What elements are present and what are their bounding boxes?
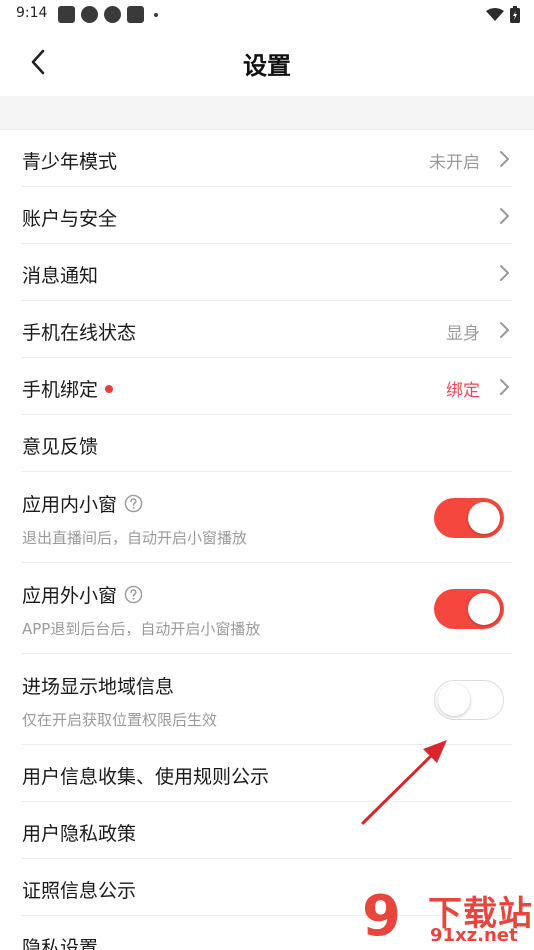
battery-icon [510, 6, 520, 23]
settings-item-label: 用户信息收集、使用规则公示 [22, 766, 270, 788]
chevron-right-icon [500, 265, 509, 281]
settings-item-notifications[interactable]: 消息通知 [22, 244, 512, 301]
settings-item-description: 仅在开启获取位置权限后生效 [22, 711, 218, 729]
chevron-right-icon [500, 379, 509, 395]
settings-item-label: 消息通知 [22, 265, 99, 287]
settings-item-label: 应用内小窗 [22, 494, 118, 516]
section-divider [0, 96, 534, 130]
settings-item-label: 进场显示地域信息 [22, 676, 175, 698]
settings-item-label: 青少年模式 [22, 151, 118, 173]
settings-item-label: 意见反馈 [22, 436, 99, 458]
toggle-knob [438, 684, 470, 716]
help-icon[interactable] [124, 494, 143, 513]
settings-item-label-wrap: 手机绑定 [22, 375, 114, 402]
settings-item-description: APP退到后台后，自动开启小窗播放 [22, 620, 261, 638]
settings-item-label: 隐私设置 [22, 937, 99, 950]
settings-item-show-region-info: 进场显示地域信息 仅在开启获取位置权限后生效 [22, 654, 512, 745]
wifi-icon [486, 7, 504, 21]
status-bar: 9:14 [0, 0, 534, 30]
settings-item-account-security[interactable]: 账户与安全 [22, 187, 512, 244]
chevron-right-icon [500, 151, 509, 167]
top-nav-bar: 设置 [0, 30, 534, 96]
more-notifications-icon [154, 12, 158, 17]
settings-item-label-wrap: 应用内小窗 [22, 490, 143, 517]
annotation-arrow-icon [361, 740, 447, 825]
show-region-info-toggle[interactable] [434, 680, 504, 720]
notification-icons [58, 6, 158, 23]
page-title: 设置 [243, 52, 291, 80]
settings-item-label-wrap: 应用外小窗 [22, 581, 143, 608]
settings-item-label: 手机绑定 [22, 379, 99, 401]
chevron-right-icon [500, 208, 509, 224]
notification-app-icon [58, 6, 75, 23]
settings-item-description: 退出直播间后，自动开启小窗播放 [22, 529, 248, 547]
settings-item-value: 未开启 [429, 153, 480, 173]
settings-item-label: 证照信息公示 [22, 880, 137, 902]
settings-item-in-app-mini-window: 应用内小窗 退出直播间后，自动开启小窗播放 [22, 472, 512, 563]
settings-item-label: 账户与安全 [22, 208, 118, 230]
notification-sync-icon [81, 6, 98, 23]
watermark-logo: 9 [362, 884, 401, 949]
watermark-url: 91xz.net [430, 925, 518, 946]
red-dot-badge [105, 384, 114, 393]
settings-item-value: 绑定 [446, 381, 480, 401]
settings-item-feedback[interactable]: 意见反馈 [22, 415, 512, 472]
chevron-right-icon [500, 322, 509, 338]
settings-item-phone-binding[interactable]: 手机绑定 绑定 [22, 358, 512, 415]
in-app-mini-window-toggle[interactable] [434, 498, 504, 538]
out-of-app-mini-window-toggle[interactable] [434, 589, 504, 629]
settings-item-online-status[interactable]: 手机在线状态 显身 [22, 301, 512, 358]
help-icon[interactable] [124, 585, 143, 604]
settings-item-label: 手机在线状态 [22, 322, 137, 344]
site-watermark: 9 下载站 91xz.net [362, 884, 534, 950]
settings-item-youth-mode[interactable]: 青少年模式 未开启 [22, 130, 512, 187]
notification-sync-icon [104, 6, 121, 23]
settings-item-label: 应用外小窗 [22, 585, 118, 607]
notification-app-icon [127, 6, 144, 23]
toggle-knob [468, 593, 500, 625]
settings-item-out-of-app-mini-window: 应用外小窗 APP退到后台后，自动开启小窗播放 [22, 563, 512, 654]
system-icons [486, 6, 520, 23]
toggle-knob [468, 502, 500, 534]
status-time: 9:14 [16, 5, 48, 21]
settings-item-value: 显身 [446, 324, 480, 344]
settings-item-label: 用户隐私政策 [22, 823, 137, 845]
